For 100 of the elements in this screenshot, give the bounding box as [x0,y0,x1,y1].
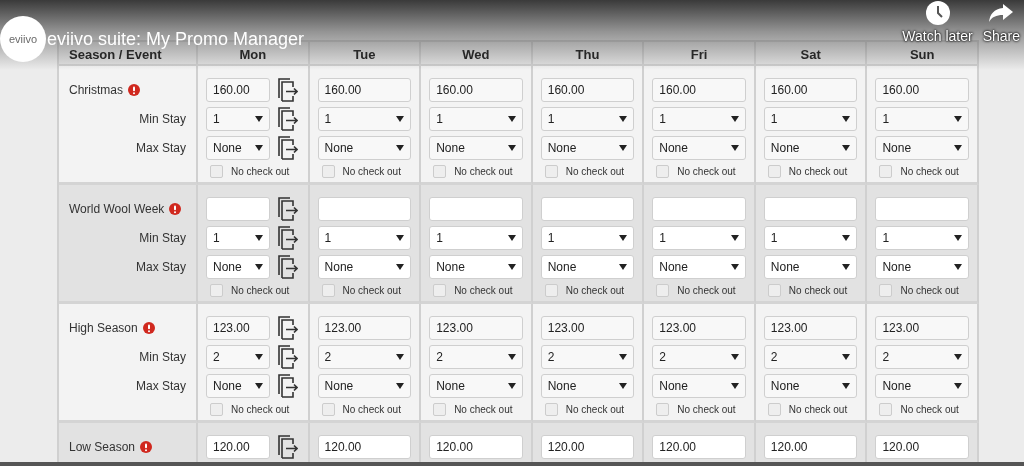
checkbox[interactable] [767,165,781,178]
min-stay-dropdown[interactable]: 1 [429,107,523,131]
min-stay-dropdown[interactable]: 2 [540,345,635,369]
max-stay-dropdown[interactable]: None [206,136,270,160]
max-stay-dropdown[interactable]: None [875,374,969,398]
checkbox[interactable] [210,165,223,178]
min-stay-dropdown[interactable]: 1 [652,107,746,131]
checkbox[interactable] [433,165,447,178]
checkbox[interactable] [879,284,893,297]
max-stay-dropdown[interactable]: None [429,255,523,279]
min-stay-dropdown[interactable]: 2 [317,345,412,369]
rate-field[interactable] [763,197,858,221]
max-stay-dropdown[interactable]: None [317,255,412,279]
checkbox[interactable] [879,165,893,178]
min-stay-dropdown[interactable]: 1 [429,226,523,250]
rate-field[interactable]: 160.00 [763,78,858,102]
rate-field[interactable]: 120.00 [429,435,523,459]
rate-field[interactable] [540,197,635,221]
max-stay-dropdown[interactable]: None [763,255,858,279]
checkbox[interactable] [767,403,781,416]
rate-field[interactable]: 160.00 [652,78,746,102]
max-stay-dropdown[interactable]: None [429,374,523,398]
checkbox[interactable] [210,284,223,297]
max-stay-dropdown[interactable]: None [317,136,412,160]
min-stay-dropdown[interactable]: 2 [652,345,746,369]
max-stay-dropdown[interactable]: None [875,136,969,160]
copy-icon[interactable] [278,374,298,398]
rate-field[interactable]: 120.00 [206,435,270,459]
rate-field[interactable]: 123.00 [875,316,969,340]
checkbox[interactable] [544,165,558,178]
rate-field[interactable] [429,197,523,221]
copy-icon[interactable] [278,136,298,160]
max-stay-dropdown[interactable]: None [317,374,412,398]
checkbox[interactable] [656,284,670,297]
rate-field[interactable]: 123.00 [652,316,746,340]
copy-icon[interactable] [278,316,298,340]
rate-field[interactable] [206,197,270,221]
min-stay-dropdown[interactable]: 1 [875,107,969,131]
min-stay-dropdown[interactable]: 1 [763,226,858,250]
rate-field[interactable] [875,197,969,221]
checkbox[interactable] [433,403,447,416]
checkbox[interactable] [879,403,893,416]
max-stay-dropdown[interactable]: None [652,255,746,279]
min-stay-dropdown[interactable]: 1 [206,107,270,131]
max-stay-dropdown[interactable]: None [540,136,635,160]
rate-field[interactable]: 123.00 [429,316,523,340]
copy-icon[interactable] [278,78,298,102]
min-stay-dropdown[interactable]: 2 [875,345,969,369]
max-stay-dropdown[interactable]: None [206,255,270,279]
copy-icon[interactable] [278,435,298,459]
min-stay-dropdown[interactable]: 1 [652,226,746,250]
checkbox[interactable] [544,403,558,416]
rate-field[interactable]: 160.00 [875,78,969,102]
min-stay-dropdown[interactable]: 2 [206,345,270,369]
rate-field[interactable]: 123.00 [763,316,858,340]
checkbox[interactable] [433,284,447,297]
max-stay-dropdown[interactable]: None [652,136,746,160]
checkbox[interactable] [321,403,335,416]
rate-field[interactable]: 120.00 [763,435,858,459]
rate-field[interactable]: 120.00 [540,435,635,459]
checkbox[interactable] [544,284,558,297]
rate-field[interactable]: 120.00 [875,435,969,459]
max-stay-dropdown[interactable]: None [875,255,969,279]
rate-field[interactable]: 160.00 [206,78,270,102]
rate-field[interactable]: 160.00 [429,78,523,102]
checkbox[interactable] [210,403,223,416]
rate-field[interactable]: 160.00 [540,78,635,102]
rate-field[interactable]: 120.00 [317,435,412,459]
max-stay-dropdown[interactable]: None [429,136,523,160]
copy-icon[interactable] [278,197,298,221]
max-stay-dropdown[interactable]: None [540,374,635,398]
max-stay-dropdown[interactable]: None [652,374,746,398]
checkbox[interactable] [321,284,335,297]
copy-icon[interactable] [278,255,298,279]
max-stay-dropdown[interactable]: None [206,374,270,398]
max-stay-dropdown[interactable]: None [540,255,635,279]
min-stay-dropdown[interactable]: 2 [429,345,523,369]
rate-field[interactable]: 160.00 [317,78,412,102]
checkbox[interactable] [767,284,781,297]
copy-icon[interactable] [278,107,298,131]
rate-field[interactable]: 123.00 [206,316,270,340]
copy-icon[interactable] [278,226,298,250]
min-stay-dropdown[interactable]: 1 [763,107,858,131]
min-stay-dropdown[interactable]: 1 [317,226,412,250]
checkbox[interactable] [321,165,335,178]
min-stay-dropdown[interactable]: 2 [763,345,858,369]
min-stay-dropdown[interactable]: 1 [875,226,969,250]
copy-icon[interactable] [278,345,298,369]
max-stay-dropdown[interactable]: None [763,374,858,398]
min-stay-dropdown[interactable]: 1 [206,226,270,250]
checkbox[interactable] [656,403,670,416]
min-stay-dropdown[interactable]: 1 [540,107,635,131]
rate-field[interactable]: 123.00 [540,316,635,340]
channel-logo[interactable]: eviivo [0,16,46,62]
rate-field[interactable] [317,197,412,221]
rate-field[interactable]: 120.00 [652,435,746,459]
rate-field[interactable] [652,197,746,221]
rate-field[interactable]: 123.00 [317,316,412,340]
min-stay-dropdown[interactable]: 1 [317,107,412,131]
max-stay-dropdown[interactable]: None [763,136,858,160]
